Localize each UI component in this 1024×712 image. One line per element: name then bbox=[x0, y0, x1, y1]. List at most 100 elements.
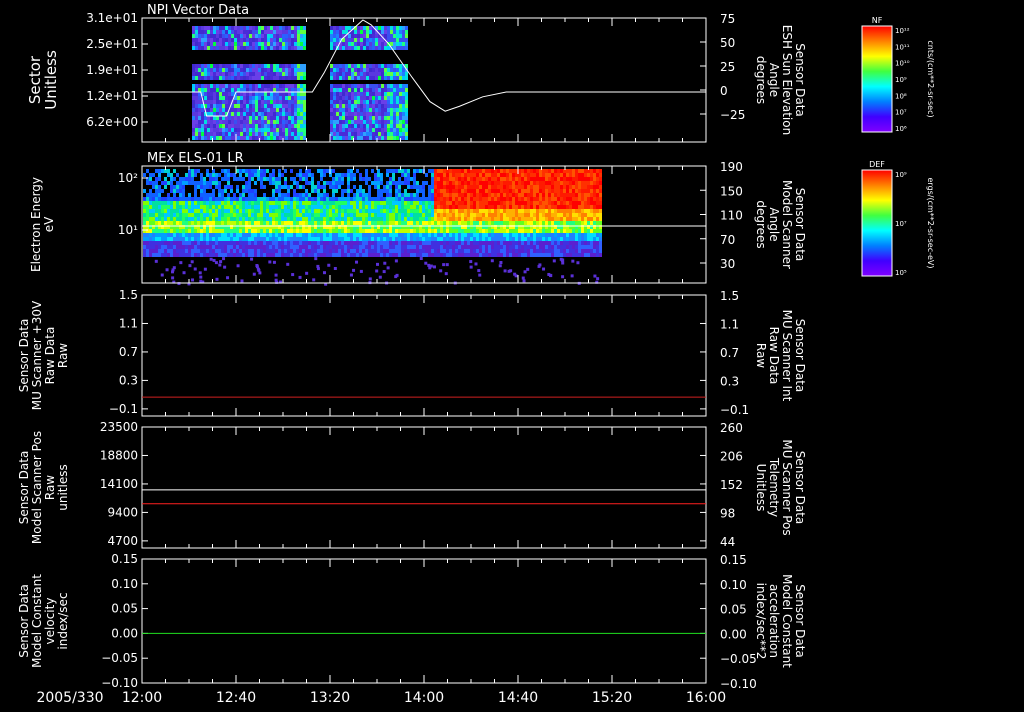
els-heat-cell bbox=[260, 217, 263, 221]
els-heat-cell bbox=[518, 237, 521, 241]
els-heat-cell bbox=[410, 221, 413, 225]
els-heat-cell bbox=[164, 205, 167, 209]
els-heat-cell bbox=[497, 201, 500, 205]
els-heat-cell bbox=[371, 197, 374, 201]
els-heat-cell bbox=[494, 197, 497, 201]
npi-heat-cell bbox=[378, 96, 381, 100]
npi-heat-cell bbox=[366, 112, 369, 116]
els-heat-cell bbox=[524, 249, 527, 253]
npi-heat-cell bbox=[261, 34, 264, 38]
els-heat-cell bbox=[470, 229, 473, 233]
npi-heat-cell bbox=[264, 124, 267, 128]
els-heat-cell bbox=[341, 181, 344, 185]
npi-heat-cell bbox=[240, 42, 243, 46]
els-heat-cell bbox=[230, 233, 233, 237]
els-heat-cell bbox=[320, 217, 323, 221]
els-heat-cell bbox=[272, 233, 275, 237]
npi-heat-cell bbox=[360, 112, 363, 116]
els-heat-cell bbox=[332, 205, 335, 209]
els-heat-cell bbox=[458, 209, 461, 213]
npi-heat-cell bbox=[387, 38, 390, 42]
els-heat-cell bbox=[302, 253, 305, 257]
els-heat-cell bbox=[518, 209, 521, 213]
els-heat-cell bbox=[371, 209, 374, 213]
els-heat-cell bbox=[509, 221, 512, 225]
els-heat-cell bbox=[314, 185, 317, 189]
els-heat-cell bbox=[566, 249, 569, 253]
npi-heat-cell bbox=[345, 84, 348, 88]
els-heat-cell bbox=[419, 213, 422, 217]
npi-heat-cell bbox=[261, 46, 264, 50]
els-heat-cell bbox=[191, 173, 194, 177]
els-heat-cell bbox=[518, 229, 521, 233]
els-heat-cell bbox=[500, 181, 503, 185]
els-heat-cell bbox=[425, 201, 428, 205]
npi-heat-cell bbox=[267, 64, 270, 68]
els-heat-cell bbox=[473, 193, 476, 197]
npi-heat-cell bbox=[387, 112, 390, 116]
npi-heat-cell bbox=[192, 38, 195, 42]
els-heat-cell bbox=[518, 245, 521, 249]
els-heat-cell bbox=[365, 253, 368, 257]
npi-heat-cell bbox=[390, 64, 393, 68]
els-heat-cell bbox=[584, 177, 587, 181]
els-heat-cell bbox=[512, 205, 515, 209]
els-heat-cell bbox=[488, 197, 491, 201]
els-heat-cell bbox=[389, 181, 392, 185]
els-heat-cell bbox=[302, 205, 305, 209]
npi-heat-cell bbox=[351, 38, 354, 42]
npi-heat-cell bbox=[330, 104, 333, 108]
els-heat-cell bbox=[155, 237, 158, 241]
els-heat-cell bbox=[209, 253, 212, 257]
els-heat-cell bbox=[434, 233, 437, 237]
els-heat-cell bbox=[335, 217, 338, 221]
npi-heat-cell bbox=[372, 124, 375, 128]
els-heat-cell bbox=[194, 233, 197, 237]
els-heat-cell bbox=[488, 217, 491, 221]
els-heat-cell bbox=[446, 185, 449, 189]
npi-heat-cell bbox=[270, 64, 273, 68]
els-heat-cell bbox=[488, 169, 491, 173]
els-heat-cell bbox=[596, 213, 599, 217]
npi-heat-cell bbox=[249, 72, 252, 76]
npi-heat-cell bbox=[255, 38, 258, 42]
els-heat-cell bbox=[170, 241, 173, 245]
els-heat-cell bbox=[338, 185, 341, 189]
npi-heat-cell bbox=[378, 42, 381, 46]
els-heat-cell bbox=[455, 221, 458, 225]
els-heat-cell bbox=[326, 237, 329, 241]
els-heat-cell bbox=[170, 237, 173, 241]
els-heat-cell bbox=[503, 177, 506, 181]
npi-heat-cell bbox=[348, 76, 351, 80]
els-heat-cell bbox=[527, 189, 530, 193]
els-heat-cell bbox=[587, 197, 590, 201]
els-heat-cell bbox=[476, 209, 479, 213]
els-heat-cell bbox=[527, 233, 530, 237]
els-heat-cell bbox=[542, 268, 545, 271]
npi-heat-cell bbox=[333, 84, 336, 88]
els-heat-cell bbox=[569, 253, 572, 257]
els-heat-cell bbox=[260, 169, 263, 173]
els-heat-cell bbox=[230, 229, 233, 233]
npi-heat-cell bbox=[381, 88, 384, 92]
els-heat-cell bbox=[323, 169, 326, 173]
els-heat-cell bbox=[561, 259, 564, 262]
els-heat-cell bbox=[593, 253, 596, 257]
npi-heat-cell bbox=[273, 116, 276, 120]
els-heat-cell bbox=[530, 169, 533, 173]
els-heat-cell bbox=[425, 237, 428, 241]
npi-heat-cell bbox=[396, 128, 399, 132]
els-heat-cell bbox=[191, 233, 194, 237]
npi-heat-cell bbox=[228, 38, 231, 42]
els-heat-cell bbox=[326, 233, 329, 237]
npi-heat-cell bbox=[381, 128, 384, 132]
els-heat-cell bbox=[389, 245, 392, 249]
npi-heat-cell bbox=[279, 84, 282, 88]
els-heat-cell bbox=[227, 177, 230, 181]
els-heat-cell bbox=[227, 193, 230, 197]
npi-heat-cell bbox=[222, 88, 225, 92]
els-heat-cell bbox=[482, 193, 485, 197]
npi-heat-cell bbox=[234, 100, 237, 104]
npi-heat-cell bbox=[282, 68, 285, 72]
npi-heat-cell bbox=[222, 68, 225, 72]
